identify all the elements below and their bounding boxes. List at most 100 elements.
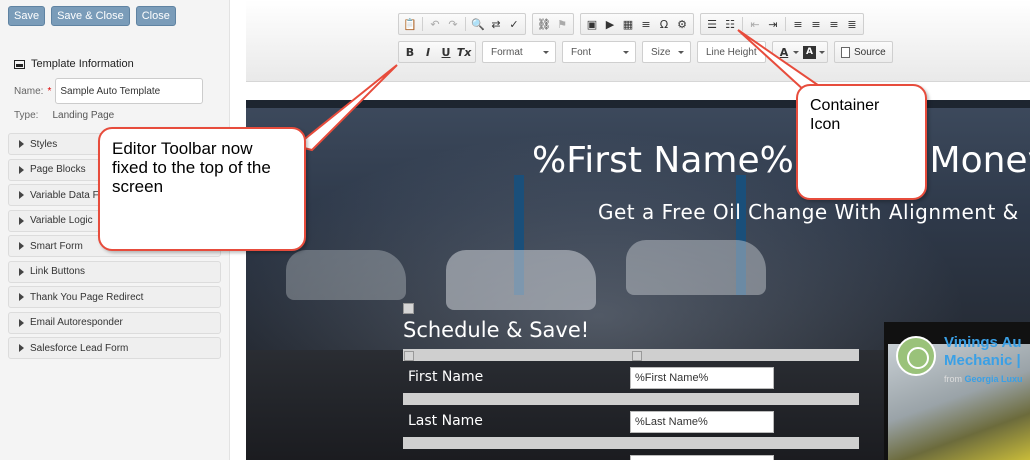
underline-button[interactable]: U	[437, 43, 455, 61]
section-link-buttons[interactable]: Link Buttons	[8, 260, 221, 283]
chevron-down-icon	[678, 50, 685, 54]
background-color-button[interactable]: A	[803, 45, 816, 59]
toolbar-row-2: B I U Tx Format Font Size Line Height A …	[398, 41, 893, 63]
field-anchor-icon[interactable]	[632, 351, 642, 361]
video-title-line1: Vinings Au	[944, 334, 1022, 351]
justify-icon[interactable]: ≣	[843, 15, 861, 33]
section-label: Variable Data F	[30, 189, 99, 201]
toolbar-separator	[785, 17, 786, 31]
template-information-label: Template Information	[31, 58, 134, 70]
italic-button[interactable]: I	[419, 43, 437, 61]
close-button[interactable]: Close	[135, 6, 176, 26]
section-salesforce-lead-form[interactable]: Salesforce Lead Form	[8, 337, 221, 359]
toolbar-separator	[422, 17, 423, 31]
container-gear-icon[interactable]: ⚙	[673, 15, 691, 33]
video-source[interactable]: Georgia Luxu	[965, 374, 1023, 384]
form-block-anchor-icon[interactable]	[403, 303, 414, 314]
expand-triangle-icon	[19, 267, 24, 276]
image-icon[interactable]: ▣	[583, 15, 601, 33]
background-car	[286, 250, 406, 300]
save-close-button[interactable]: Save & Close	[51, 6, 130, 26]
section-label: Variable Logic	[30, 215, 93, 226]
align-center-icon[interactable]: ≡	[807, 15, 825, 33]
bold-button[interactable]: B	[401, 43, 419, 61]
section-label: Styles	[30, 138, 58, 150]
field-anchor-icon[interactable]	[404, 351, 414, 361]
table-icon[interactable]: ▦	[619, 15, 637, 33]
last-name-input[interactable]: %Last Name%	[630, 411, 774, 433]
first-name-label: First Name	[408, 369, 484, 385]
indent-icon[interactable]: ⇥	[764, 15, 782, 33]
form-heading[interactable]: Schedule & Save!	[403, 318, 589, 342]
hero-subtitle[interactable]: Get a Free Oil Change With Alignment &	[598, 200, 1019, 224]
section-email-autoresponder[interactable]: Email Autoresponder	[8, 311, 221, 334]
save-button[interactable]: Save	[8, 6, 46, 26]
source-icon	[841, 46, 850, 58]
toolbar-group-lists: ☰ ☷ ⇤ ⇥ ≡ ≡ ≡ ≣	[700, 13, 864, 35]
source-button[interactable]: Source	[834, 41, 893, 63]
remove-format-button[interactable]: Tx	[455, 43, 473, 61]
video-title[interactable]: Vinings Au Mechanic |	[944, 334, 1022, 370]
next-field-input[interactable]	[630, 455, 774, 460]
expand-triangle-icon	[19, 318, 24, 327]
template-name-input[interactable]	[55, 78, 204, 104]
first-name-input[interactable]: %First Name%	[630, 367, 774, 389]
replace-icon[interactable]: ⇄	[487, 15, 505, 33]
video-embed[interactable]: Vinings Au Mechanic | from Georgia Luxu	[884, 322, 1030, 460]
outdent-icon[interactable]: ⇤	[746, 15, 764, 33]
align-right-icon[interactable]: ≡	[825, 15, 843, 33]
template-information-header: Template Information	[14, 58, 134, 70]
section-thank-you-redirect[interactable]: Thank You Page Redirect	[8, 286, 221, 308]
numbered-list-icon[interactable]: ☰	[703, 15, 721, 33]
link-icon[interactable]: ⛓	[535, 15, 553, 33]
redo-icon[interactable]: ↷	[444, 15, 462, 33]
find-icon[interactable]: 🔍	[469, 15, 487, 33]
toolbar-separator	[465, 17, 466, 31]
text-color-button[interactable]: A	[775, 43, 793, 61]
expand-triangle-icon	[19, 216, 24, 225]
chevron-down-icon	[793, 50, 799, 54]
source-label: Source	[854, 46, 886, 58]
special-char-icon[interactable]: Ω	[655, 15, 673, 33]
toolbar-group-text-style: B I U Tx	[398, 41, 476, 63]
format-dropdown[interactable]: Format	[482, 41, 556, 63]
section-label: Email Autoresponder	[30, 317, 123, 328]
toolbar-group-insert: ▣ ▶ ▦ ≡ Ω ⚙	[580, 13, 694, 35]
undo-icon[interactable]: ↶	[426, 15, 444, 33]
font-dropdown[interactable]: Font	[562, 41, 636, 63]
editor-toolbar: 📋 ↶ ↷ 🔍 ⇄ ✓ ⛓ ⚑ ▣ ▶ ▦ ≡ Ω ⚙ ☰ ☷ ⇤ ⇥ ≡ ≡ …	[246, 0, 1030, 82]
last-name-label: Last Name	[408, 413, 483, 429]
image-icon	[14, 59, 25, 69]
line-height-dropdown-label: Line Height	[706, 46, 757, 58]
section-label: Link Buttons	[30, 266, 86, 277]
spellcheck-icon[interactable]: ✓	[505, 15, 523, 33]
type-label: Type:	[14, 110, 39, 121]
unlink-icon[interactable]: ⚑	[553, 15, 571, 33]
callout-container-icon: Container Icon	[796, 84, 927, 200]
font-dropdown-label: Font	[571, 46, 592, 58]
expand-triangle-icon	[19, 293, 24, 301]
expand-triangle-icon	[19, 140, 24, 148]
chevron-down-icon	[623, 50, 629, 54]
expand-triangle-icon	[19, 242, 24, 250]
hero-title[interactable]: %First Name% - Save Money O	[532, 140, 1030, 181]
expand-triangle-icon	[19, 165, 24, 174]
background-car	[626, 240, 766, 295]
align-left-icon[interactable]: ≡	[789, 15, 807, 33]
toolbar-row-1: 📋 ↶ ↷ 🔍 ⇄ ✓ ⛓ ⚑ ▣ ▶ ▦ ≡ Ω ⚙ ☰ ☷ ⇤ ⇥ ≡ ≡ …	[398, 13, 870, 35]
paste-icon[interactable]: 📋	[401, 15, 419, 33]
chevron-down-icon	[543, 50, 549, 54]
video-source-line: from Georgia Luxu	[944, 374, 1023, 384]
chevron-down-icon	[819, 50, 825, 54]
section-label: Page Blocks	[30, 164, 86, 175]
video-icon[interactable]: ▶	[601, 15, 619, 33]
video-title-line2: Mechanic |	[944, 352, 1021, 369]
form-row-bar	[403, 393, 859, 405]
expand-triangle-icon	[19, 191, 24, 199]
horizontal-line-icon[interactable]: ≡	[637, 15, 655, 33]
bulleted-list-icon[interactable]: ☷	[721, 15, 739, 33]
channel-avatar-icon	[896, 336, 936, 376]
size-dropdown[interactable]: Size	[642, 41, 691, 63]
toolbar-separator	[742, 17, 743, 31]
line-height-dropdown[interactable]: Line Height	[697, 41, 766, 63]
